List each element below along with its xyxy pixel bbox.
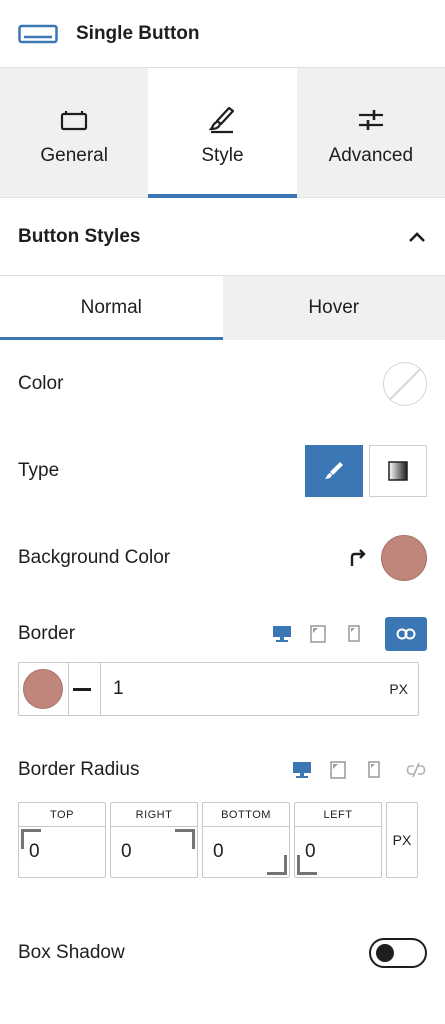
color-swatch-empty[interactable]	[383, 362, 427, 406]
type-toggle-group	[305, 445, 427, 497]
mobile-icon[interactable]	[363, 759, 385, 781]
tab-hover[interactable]: Hover	[222, 276, 445, 340]
inspector-tabs: General Style Advanced	[0, 68, 445, 198]
border-label: Border	[18, 623, 76, 644]
tab-general[interactable]: General	[0, 68, 148, 197]
tab-advanced-label: Advanced	[328, 144, 414, 166]
block-title: Single Button	[76, 22, 200, 44]
corner-top-right-icon	[175, 829, 195, 849]
box-shadow-label: Box Shadow	[18, 942, 125, 963]
color-label: Color	[18, 373, 64, 394]
gradient-icon	[388, 461, 408, 481]
reset-arrow-icon[interactable]	[347, 548, 367, 568]
tablet-icon[interactable]	[327, 759, 349, 781]
radius-device-icons	[291, 759, 427, 781]
state-tabs: Normal Hover	[0, 276, 445, 340]
background-color-label: Background Color	[18, 547, 171, 568]
toolbox-icon	[59, 105, 89, 135]
type-classic-button[interactable]	[305, 445, 363, 497]
tab-advanced[interactable]: Advanced	[297, 68, 445, 197]
border-radius-row: Border Radius	[0, 716, 445, 796]
button-block-icon	[18, 24, 58, 43]
corner-bottom-right-icon	[267, 855, 287, 875]
type-gradient-button[interactable]	[369, 445, 427, 497]
color-row: Color	[0, 340, 445, 428]
brush-icon	[207, 105, 237, 135]
radius-bottom-label: BOTTOM	[203, 803, 289, 827]
radius-right-input[interactable]: RIGHT 0	[110, 802, 198, 878]
tablet-icon[interactable]	[307, 623, 329, 645]
radius-unit-select[interactable]: PX	[386, 802, 418, 878]
tab-general-label: General	[40, 144, 108, 166]
block-header: Single Button	[0, 0, 445, 68]
tab-style[interactable]: Style	[148, 68, 297, 198]
tab-normal[interactable]: Normal	[0, 276, 223, 340]
sliders-icon	[356, 105, 386, 135]
border-row: Border	[0, 602, 445, 662]
link-icon	[396, 628, 416, 640]
radius-right-label: RIGHT	[111, 803, 197, 827]
unlink-icon[interactable]	[405, 759, 427, 781]
box-shadow-toggle[interactable]	[369, 938, 427, 968]
background-color-row: Background Color	[0, 514, 445, 602]
desktop-icon[interactable]	[271, 623, 293, 645]
radius-left-value: 0	[305, 841, 316, 862]
border-unit-select[interactable]: PX	[389, 681, 418, 697]
radius-top-label: TOP	[19, 803, 105, 827]
border-control: 1 PX	[18, 662, 419, 716]
border-width-input[interactable]: 1	[101, 678, 389, 700]
chevron-up-icon	[409, 231, 425, 242]
border-style-select[interactable]	[69, 662, 95, 716]
radius-top-value: 0	[29, 841, 40, 862]
radius-bottom-value: 0	[213, 841, 224, 862]
background-color-controls	[347, 535, 427, 581]
border-radius-label: Border Radius	[18, 759, 140, 780]
solid-line-icon	[73, 687, 91, 691]
radius-top-input[interactable]: TOP 0	[18, 802, 106, 878]
section-title: Button Styles	[18, 225, 141, 247]
border-device-icons	[271, 617, 427, 651]
mobile-icon[interactable]	[343, 623, 365, 645]
type-label: Type	[18, 460, 60, 481]
background-color-swatch[interactable]	[381, 535, 427, 581]
radius-right-value: 0	[121, 841, 132, 862]
radius-left-label: LEFT	[295, 803, 381, 827]
classic-brush-icon	[325, 462, 343, 479]
border-color-swatch[interactable]	[23, 669, 63, 709]
border-radius-inputs: TOP 0 RIGHT 0 BOTTOM 0 LEFT 0 PX	[18, 802, 419, 878]
box-shadow-row: Box Shadow	[0, 878, 445, 1024]
tab-style-label: Style	[201, 144, 244, 166]
type-row: Type	[0, 428, 445, 514]
border-link-button[interactable]	[385, 617, 427, 651]
toggle-knob	[376, 944, 394, 962]
radius-left-input[interactable]: LEFT 0	[294, 802, 382, 878]
desktop-icon[interactable]	[291, 759, 313, 781]
button-styles-panel-toggle[interactable]: Button Styles	[0, 198, 445, 276]
radius-bottom-input[interactable]: BOTTOM 0	[202, 802, 290, 878]
